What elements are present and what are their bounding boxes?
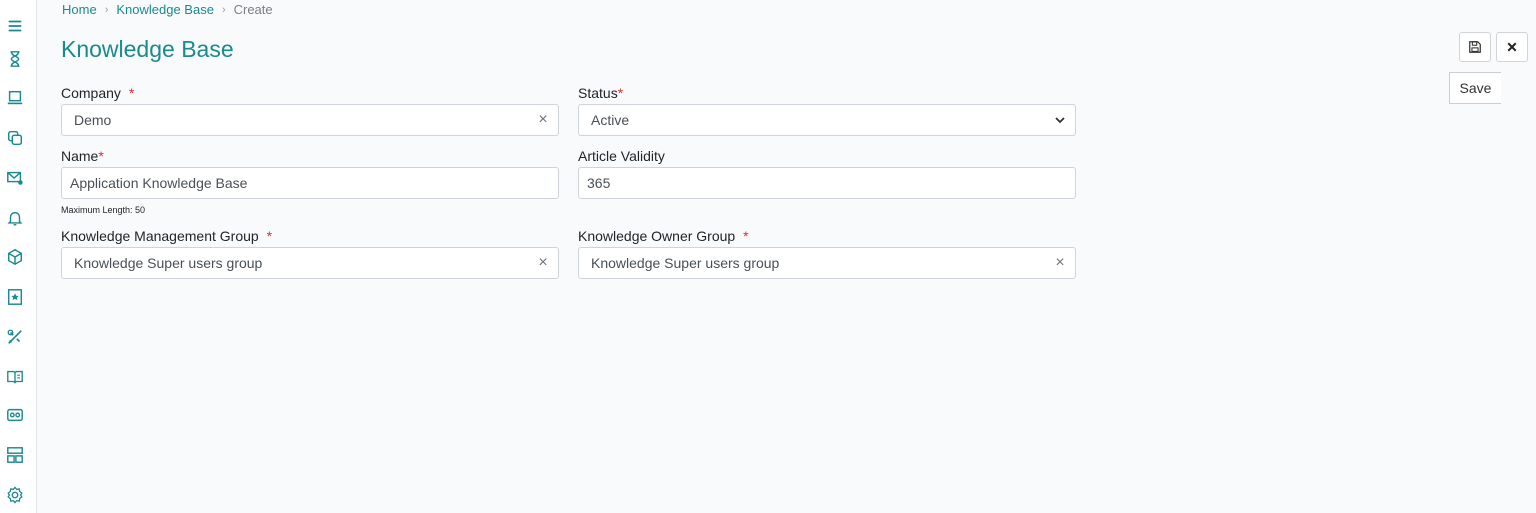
layout-icon[interactable] [5, 445, 25, 465]
company-value: Demo [74, 112, 112, 128]
km-group-label: Knowledge Management Group * [61, 228, 272, 244]
cube-icon[interactable] [5, 247, 25, 267]
name-max-length-hint: Maximum Length: 50 [61, 205, 146, 215]
settings-icon[interactable] [5, 485, 25, 505]
close-button[interactable] [1496, 32, 1528, 62]
clear-owner-group-icon[interactable]: × [1045, 254, 1075, 272]
laptop-icon[interactable] [5, 88, 25, 108]
km-group-select[interactable]: Knowledge Super users group × [61, 247, 559, 279]
company-select[interactable]: Demo × [61, 104, 559, 136]
status-label: Status* [578, 85, 623, 101]
required-marker: * [743, 228, 749, 244]
required-marker: * [98, 148, 104, 164]
required-marker: * [266, 228, 273, 244]
company-label: Company * [61, 85, 134, 101]
company-label-text: Company [61, 85, 121, 101]
article-validity-value: 365 [587, 175, 611, 191]
breadcrumb: Home › Knowledge Base › Create [62, 2, 273, 17]
status-label-text: Status [578, 85, 618, 101]
required-marker: * [617, 85, 624, 101]
save-tooltip: Save [1449, 72, 1501, 104]
save-button[interactable] [1459, 32, 1491, 62]
breadcrumb-separator: › [104, 3, 109, 16]
sidebar [0, 0, 37, 513]
copy-icon[interactable] [5, 128, 25, 148]
name-input[interactable]: Application Knowledge Base [61, 167, 559, 199]
chevron-down-icon[interactable] [1045, 114, 1075, 126]
tools-icon[interactable] [5, 327, 25, 347]
menu-icon[interactable] [5, 16, 25, 36]
km-group-label-text: Knowledge Management Group [61, 228, 259, 244]
owner-group-select[interactable]: Knowledge Super users group × [578, 247, 1076, 279]
name-label-text: Name [61, 148, 99, 164]
name-label: Name* [61, 148, 104, 164]
breadcrumb-knowledge-base[interactable]: Knowledge Base [116, 2, 214, 17]
name-value: Application Knowledge Base [70, 175, 248, 191]
article-validity-label-text: Article Validity [578, 148, 665, 164]
owner-group-value: Knowledge Super users group [591, 255, 780, 271]
owner-group-label: Knowledge Owner Group * [578, 228, 749, 244]
km-group-value: Knowledge Super users group [74, 255, 263, 271]
floppy-disk-icon [1469, 41, 1481, 53]
bell-icon[interactable] [5, 208, 25, 228]
main-content: Home › Knowledge Base › Create Knowledge… [37, 0, 1536, 513]
book-icon[interactable] [5, 367, 25, 387]
close-icon [1507, 42, 1517, 52]
article-validity-input[interactable]: 365 [578, 167, 1076, 199]
article-validity-label: Article Validity [578, 148, 665, 164]
bookmark-star-icon[interactable] [5, 287, 25, 307]
clear-company-icon[interactable]: × [528, 111, 558, 129]
owner-group-label-text: Knowledge Owner Group [578, 228, 736, 244]
status-dropdown[interactable]: Active [578, 104, 1076, 136]
page-title: Knowledge Base [61, 36, 234, 62]
mail-settings-icon[interactable] [5, 168, 25, 188]
badge-icon[interactable] [5, 405, 25, 425]
required-marker: * [128, 85, 135, 101]
status-value: Active [591, 112, 630, 128]
breadcrumb-home[interactable]: Home [62, 2, 97, 17]
clear-km-group-icon[interactable]: × [528, 254, 558, 272]
hourglass-icon[interactable] [5, 49, 25, 69]
breadcrumb-current: Create [233, 2, 273, 17]
breadcrumb-separator: › [221, 3, 226, 16]
